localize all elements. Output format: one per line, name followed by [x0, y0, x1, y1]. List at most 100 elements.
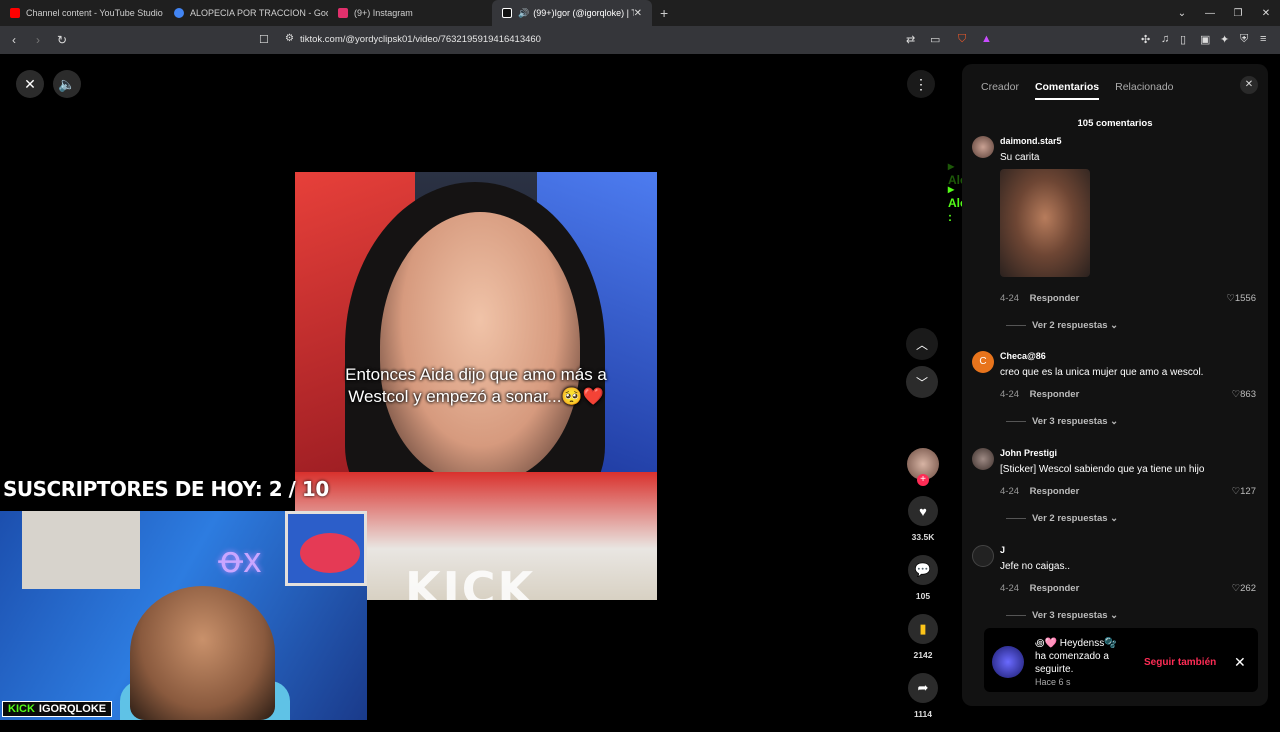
replies-label: Ver 3 respuestas [1032, 416, 1108, 427]
notification-close-icon[interactable]: ✕ [1234, 654, 1246, 671]
window-controls: ⌄ — ❐ ✕ [1168, 0, 1280, 26]
back-button[interactable]: ‹ [4, 33, 24, 47]
wallet-icon[interactable]: ▣ [1200, 33, 1210, 46]
reply-button[interactable]: Responder [1030, 293, 1080, 304]
next-video-button[interactable]: ﹀ [906, 366, 938, 398]
share-icon: ➦ [917, 680, 929, 695]
tab-instagram[interactable]: (9+) Instagram [328, 0, 492, 26]
forward-button[interactable]: › [28, 33, 48, 47]
reply-button[interactable]: Responder [1030, 486, 1080, 497]
comment-count: 105 [915, 591, 931, 601]
comment-meta: 4-24 Responder [1000, 486, 1079, 497]
brave-shield-icon[interactable]: ⛉ [958, 33, 966, 46]
creator-avatar[interactable]: + [907, 448, 939, 486]
extensions-icon[interactable]: ✣ [1141, 33, 1150, 46]
share-button[interactable]: ➦ [908, 673, 938, 703]
maximize-button[interactable]: ❐ [1224, 8, 1252, 19]
comment-like[interactable]: ♡127 [1232, 486, 1256, 497]
minimize-button[interactable]: — [1196, 8, 1224, 19]
avatar[interactable] [972, 136, 994, 158]
tab-creator[interactable]: Creador [981, 81, 1019, 100]
vpn-icon[interactable]: ⛨ [1240, 33, 1248, 46]
like-count: 127 [1240, 486, 1256, 497]
comment-date: 4-24 [1000, 486, 1020, 497]
menu-icon[interactable]: ≡ [1260, 33, 1266, 45]
comment-text: [Sticker] Wescol sabiendo que ya tiene u… [1000, 464, 1205, 475]
close-window-button[interactable]: ✕ [1252, 8, 1280, 19]
view-replies-button[interactable]: Ver 3 respuestas ⌄ [1006, 416, 1118, 427]
media-icon[interactable]: ♫ [1161, 33, 1169, 45]
avatar[interactable] [972, 448, 994, 470]
replies-label: Ver 2 respuestas [1032, 320, 1108, 331]
replies-label: Ver 3 respuestas [1032, 610, 1108, 621]
follow-plus-icon[interactable]: + [917, 474, 929, 486]
follow-notification: ꩜🩷 Heydenss🫧 ha comenzado a seguirte. Ha… [984, 628, 1258, 692]
webcam-neon-sign: ꝋx [218, 539, 262, 580]
tab-youtube-studio[interactable]: Channel content - YouTube Studio [0, 0, 164, 26]
comment-text: Su carita [1000, 152, 1040, 163]
avatar[interactable]: C [972, 351, 994, 373]
tab-comments[interactable]: Comentarios [1034, 81, 1100, 100]
view-replies-button[interactable]: Ver 2 respuestas ⌄ [1006, 513, 1118, 524]
chevron-down-icon: ⌄ [1110, 416, 1119, 427]
tab-tiktok[interactable]: 🔊 (99+)Igor (@igorqloke) | TikTo ✕ [492, 0, 652, 26]
comment-like[interactable]: ♡863 [1232, 389, 1256, 400]
panel-tabs: Creador Comentarios Relacionado [981, 81, 1174, 100]
new-tab-button[interactable]: + [660, 5, 668, 21]
previous-video-button[interactable]: ︿ [906, 328, 938, 360]
comment-like[interactable]: ♡1556 [1226, 293, 1256, 304]
panel-close-icon[interactable]: ✕ [1240, 76, 1258, 94]
volume-button[interactable]: 🔈 [53, 70, 81, 98]
comment-icon: 💬 [914, 562, 932, 577]
tab-title: Channel content - YouTube Studio [26, 8, 163, 18]
bookmark-icon[interactable]: ☐ [259, 33, 269, 46]
comment-text: creo que es la unica mujer que amo a wes… [1000, 367, 1204, 378]
comment-meta: 4-24 Responder [1000, 583, 1079, 594]
tiktok-icon [502, 8, 512, 18]
heart-icon: ♥ [919, 503, 927, 519]
tab-title: (99+)Igor (@igorqloke) | TikTo [533, 8, 633, 18]
tab-google[interactable]: ALOPECIA POR TRACCION - Google [164, 0, 328, 26]
reply-button[interactable]: Responder [1030, 583, 1080, 594]
chevron-down-icon: ⌄ [1110, 610, 1119, 621]
close-video-button[interactable]: ✕ [16, 70, 44, 98]
avatar[interactable] [972, 545, 994, 567]
youtube-icon [10, 8, 20, 18]
more-options-button[interactable]: ⋮ [907, 70, 935, 98]
like-button[interactable]: ♥ [908, 496, 938, 526]
save-count: 2142 [913, 650, 933, 660]
comment-like[interactable]: ♡262 [1232, 583, 1256, 594]
caption-line: Westcol y empezó a sonar...🥺❤️ [348, 387, 604, 406]
reply-button[interactable]: Responder [1030, 389, 1080, 400]
reload-button[interactable]: ↻ [52, 33, 72, 47]
video-stage: ✕ 🔈 ⋮ KICK Entonces Aida dijo que amo má… [0, 54, 1031, 720]
sidebar-icon[interactable]: ▯ [1180, 33, 1186, 46]
follower-avatar[interactable] [992, 646, 1024, 678]
speaker-icon: 🔊 [518, 7, 530, 18]
comment-username[interactable]: Checa@86 [1000, 351, 1046, 361]
comment-username[interactable]: daimond.star5 [1000, 136, 1062, 146]
view-replies-button[interactable]: Ver 3 respuestas ⌄ [1006, 610, 1118, 621]
bookmark-save-icon: ▮ [919, 621, 927, 636]
leo-icon[interactable]: ✦ [1220, 33, 1229, 46]
tab-related[interactable]: Relacionado [1115, 81, 1173, 100]
url-field[interactable]: tiktok.com/@yordyclipsk01/video/76321959… [300, 34, 541, 45]
subs-counter: SUSCRIPTORES DE HOY: 2 / 10 [3, 477, 329, 501]
comments-panel: Creador Comentarios Relacionado ✕ 105 co… [962, 64, 1268, 706]
chevron-down-icon: ⌄ [1110, 320, 1119, 331]
comment-item: daimond.star5 Su carita 4-24 Responder ♡… [972, 136, 1262, 336]
comment-username[interactable]: J [1000, 545, 1005, 555]
translate-icon[interactable]: ⇄ [906, 33, 915, 46]
view-replies-button[interactable]: Ver 2 respuestas ⌄ [1006, 320, 1118, 331]
site-info-icon[interactable]: ⚙ [285, 33, 294, 44]
tab-search-icon[interactable]: ⌄ [1168, 8, 1196, 19]
tab-close-icon[interactable]: ✕ [634, 8, 642, 19]
follow-back-button[interactable]: Seguir también [1144, 657, 1216, 668]
rewards-icon[interactable]: ▲ [981, 33, 992, 45]
action-rail: + ♥ 33.5K 💬 105 ▮ 2142 ➦ 1114 [906, 448, 940, 732]
comment-username[interactable]: John Prestigi [1000, 448, 1057, 458]
comment-button[interactable]: 💬 [908, 555, 938, 585]
save-button[interactable]: ▮ [908, 614, 938, 644]
cast-icon[interactable]: ▭ [930, 33, 940, 46]
tab-title: (9+) Instagram [354, 8, 413, 18]
